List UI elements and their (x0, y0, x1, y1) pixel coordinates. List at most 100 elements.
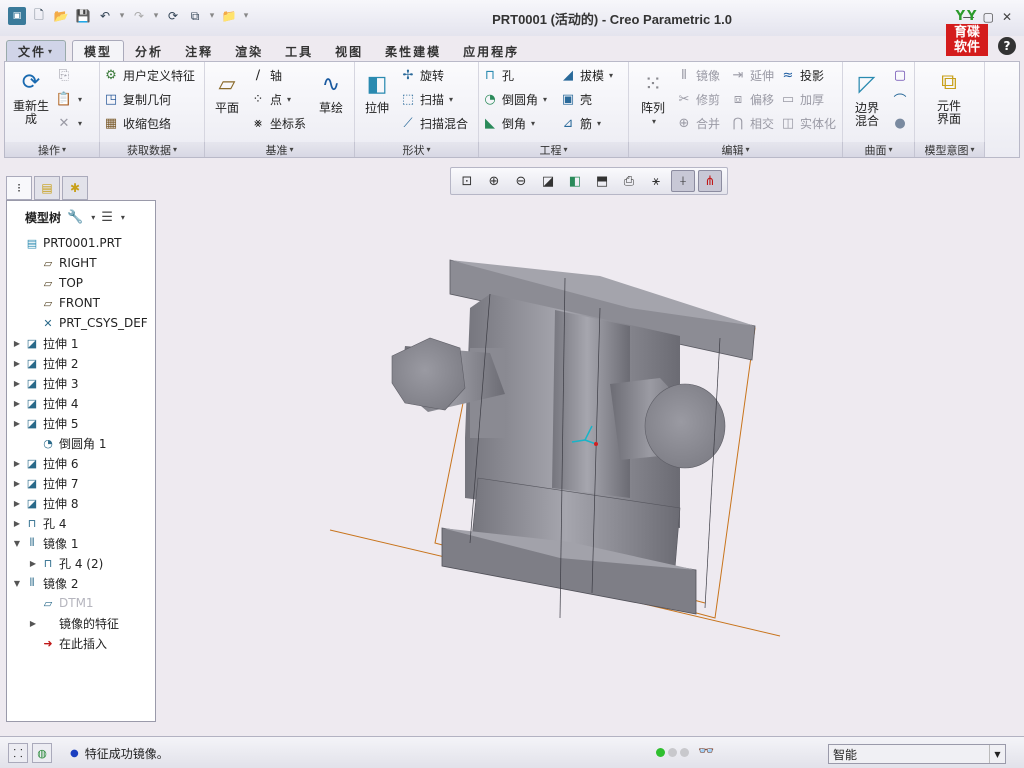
chevron-down-icon[interactable]: ▼ (989, 745, 1005, 763)
regenerate-button[interactable]: ⟳ 重新生成 (9, 66, 53, 126)
chevron-down-icon[interactable]: ▼ (11, 539, 23, 548)
extend-button[interactable]: ⇥ 延伸 (729, 66, 774, 84)
selection-filter-select[interactable]: 智能 ▼ (828, 744, 1006, 764)
extrude-button[interactable]: ◧ 拉伸 (359, 68, 395, 115)
tab-analysis[interactable]: 分析 (124, 40, 174, 62)
rib-button[interactable]: ⊿ 筋 ▾ (559, 114, 601, 132)
style-button[interactable]: ⌒ (891, 90, 909, 109)
tree-node[interactable]: ▱ DTM1 (7, 593, 155, 613)
tree-node[interactable]: ▶ ◪ 拉伸 7 (7, 473, 155, 493)
chevron-right-icon[interactable]: ▶ (11, 459, 23, 468)
browser-toggle-icon[interactable]: ◍ (32, 743, 52, 763)
tree-node[interactable]: ▶ ◪ 拉伸 2 (7, 353, 155, 373)
chevron-right-icon[interactable]: ▶ (11, 359, 23, 368)
chevron-right-icon[interactable]: ▶ (27, 559, 39, 568)
pattern-button[interactable]: ⁙ 阵列 ▾ (633, 68, 673, 128)
group-label-operations[interactable]: 操作 ▾ (5, 142, 100, 157)
mirror-button[interactable]: ⫴ 镜像 (675, 66, 720, 84)
view-manager-icon[interactable]: ⎙ (617, 170, 641, 192)
tab-model-tree[interactable]: ⁝ (6, 176, 32, 200)
spin-center-icon[interactable]: ⍭ (671, 170, 695, 192)
shrinkwrap-button[interactable]: ▦ 收缩包络 (102, 114, 171, 132)
tree-node[interactable]: ▶ ◪ 拉伸 3 (7, 373, 155, 393)
tree-node[interactable]: ▶ ⊓ 孔 4 (2) (7, 553, 155, 573)
tree-node[interactable]: ◔ 倒圆角 1 (7, 433, 155, 453)
chevron-right-icon[interactable]: ▶ (11, 499, 23, 508)
tree-node[interactable]: ▶ ⊓ 孔 4 (7, 513, 155, 533)
copy-button[interactable]: ⎘ (55, 66, 73, 84)
shell-button[interactable]: ▣ 壳 (559, 90, 592, 108)
tree-node[interactable]: ▤ PRT0001.PRT (7, 233, 155, 253)
group-label-editing[interactable]: 编辑 ▾ (629, 142, 843, 157)
tree-node[interactable]: ▶ 镜像的特征 (7, 613, 155, 633)
draft-button[interactable]: ◢ 拔模 ▾ (559, 66, 613, 84)
graphics-window[interactable] (160, 198, 1022, 736)
zoom-in-icon[interactable]: ⊕ (482, 170, 506, 192)
group-label-get-data[interactable]: 获取数据 ▾ (100, 142, 205, 157)
offset-button[interactable]: ⧈ 偏移 (729, 90, 774, 108)
find-binoculars-icon[interactable]: 👓 (698, 744, 714, 759)
hole-button[interactable]: ⊓ 孔 (481, 66, 514, 84)
tree-node[interactable]: ▱ RIGHT (7, 253, 155, 273)
tree-node[interactable]: ▶ ◪ 拉伸 6 (7, 453, 155, 473)
tree-node[interactable]: ✕ PRT_CSYS_DEF (7, 313, 155, 333)
tree-node[interactable]: ▱ TOP (7, 273, 155, 293)
point-button[interactable]: ⁘ 点 ▾ (249, 90, 291, 108)
group-label-shapes[interactable]: 形状 ▾ (355, 142, 479, 157)
chevron-right-icon[interactable]: ▶ (27, 619, 39, 628)
tab-applications[interactable]: 应用程序 (452, 40, 530, 62)
freestyle-button[interactable]: ● (891, 114, 909, 132)
tab-render[interactable]: 渲染 (224, 40, 274, 62)
tree-node[interactable]: ➜ 在此插入 (7, 633, 155, 653)
plane-button[interactable]: ▱ 平面 (209, 68, 245, 115)
paste-button[interactable]: 📋 ▾ (55, 90, 82, 108)
repaint-icon[interactable]: ◪ (536, 170, 560, 192)
tree-toggle-icon[interactable]: ⸬ (8, 743, 28, 763)
chevron-right-icon[interactable]: ▶ (11, 519, 23, 528)
csys-button[interactable]: ⨳ 坐标系 (249, 114, 306, 132)
chevron-right-icon[interactable]: ▶ (11, 339, 23, 348)
solidify-button[interactable]: ◫ 实体化 (779, 114, 836, 132)
datum-display-icon[interactable]: ⚹ (644, 170, 668, 192)
tree-node[interactable]: ▱ FRONT (7, 293, 155, 313)
chamfer-button[interactable]: ◣ 倒角 ▾ (481, 114, 535, 132)
sweep-button[interactable]: ⬚ 扫描 ▾ (399, 90, 453, 108)
user-defined-feature-button[interactable]: ⚙ 用户定义特征 (102, 66, 195, 84)
sketch-button[interactable]: ∿ 草绘 (313, 68, 349, 115)
fill-surface-button[interactable]: ▢ (891, 66, 909, 84)
tab-tools[interactable]: 工具 (274, 40, 324, 62)
axis-button[interactable]: ∕ 轴 (249, 66, 282, 84)
merge-button[interactable]: ⊕ 合并 (675, 114, 720, 132)
annotation-display-icon[interactable]: ⋔ (698, 170, 722, 192)
refit-icon[interactable]: ⊡ (455, 170, 479, 192)
chevron-down-icon[interactable]: ▾ (121, 213, 125, 222)
intersect-button[interactable]: ⋂ 相交 (729, 114, 774, 132)
tree-node[interactable]: ▶ ◪ 拉伸 8 (7, 493, 155, 513)
tab-model[interactable]: 模型 (72, 40, 125, 62)
chevron-right-icon[interactable]: ▶ (11, 419, 23, 428)
round-button[interactable]: ◔ 倒圆角 ▾ (481, 90, 547, 108)
tree-node[interactable]: ▶ ◪ 拉伸 1 (7, 333, 155, 353)
saved-orientations-icon[interactable]: ⬒ (590, 170, 614, 192)
tab-folder-browser[interactable]: ▤ (34, 176, 60, 200)
tree-node[interactable]: ▶ ◪ 拉伸 4 (7, 393, 155, 413)
tree-show-icon[interactable]: ☰ (101, 210, 113, 225)
group-label-datum[interactable]: 基准 ▾ (205, 142, 355, 157)
tab-favorites[interactable]: ✱ (62, 176, 88, 200)
group-label-engineering[interactable]: 工程 ▾ (479, 142, 629, 157)
component-interface-button[interactable]: ⧉ 元件界面 (927, 66, 971, 126)
tree-node[interactable]: ▶ ◪ 拉伸 5 (7, 413, 155, 433)
help-icon[interactable]: ? (998, 37, 1016, 55)
tab-file[interactable]: 文件 ▾ (6, 40, 67, 62)
tab-flexible-modeling[interactable]: 柔性建模 (374, 40, 452, 62)
tree-node[interactable]: ▼ ⫴ 镜像 2 (7, 573, 155, 593)
chevron-down-icon[interactable]: ▾ (91, 213, 95, 222)
chevron-right-icon[interactable]: ▶ (11, 479, 23, 488)
display-style-icon[interactable]: ◧ (563, 170, 587, 192)
thicken-button[interactable]: ▭ 加厚 (779, 90, 824, 108)
tree-node[interactable]: ▼ ⫴ 镜像 1 (7, 533, 155, 553)
revolve-button[interactable]: ✢ 旋转 (399, 66, 444, 84)
tab-annotate[interactable]: 注释 (174, 40, 224, 62)
project-button[interactable]: ≈ 投影 (779, 66, 824, 84)
group-label-model-intent[interactable]: 模型意图 ▾ (915, 142, 985, 157)
